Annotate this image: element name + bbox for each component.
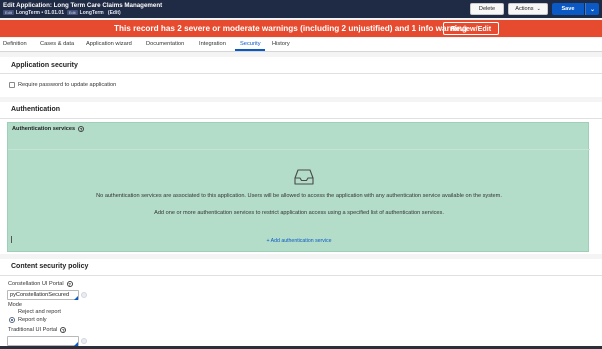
warning-message: This record has 2 severe or moderate war…: [114, 24, 468, 33]
application-security-heading: Application security: [11, 62, 78, 69]
app-version: LongTerm • 01.01.01: [15, 10, 64, 16]
traditional-portal-input[interactable]: [7, 336, 79, 346]
constellation-portal-label-text: Constellation UI Portal: [8, 281, 64, 287]
require-password-label: Require password to update application: [18, 82, 117, 88]
edit-chip: Edit: [3, 10, 14, 15]
section-divider: [0, 73, 602, 74]
section-divider: [0, 118, 602, 119]
tab-documentation[interactable]: Documentation: [146, 41, 184, 47]
field-action-icon[interactable]: [81, 292, 87, 298]
review-edit-button[interactable]: Review/Edit: [443, 22, 499, 35]
tab-cases-data[interactable]: Cases & data: [40, 41, 74, 47]
branch-name: LongTerm: [79, 10, 104, 16]
traditional-portal-label-text: Traditional UI Portal: [8, 327, 58, 333]
actions-button[interactable]: Actions ⌄: [508, 3, 548, 15]
delete-button[interactable]: Delete: [470, 3, 504, 15]
tab-security[interactable]: Security: [240, 41, 261, 47]
save-button[interactable]: Save: [552, 3, 584, 15]
page-title: Edit Application: Long Term Care Claims …: [3, 2, 163, 9]
tab-history[interactable]: History: [272, 41, 290, 47]
save-button-label: Save: [561, 6, 575, 12]
help-icon[interactable]: ?: [66, 281, 73, 287]
application-security-section: Application security Require password to…: [0, 57, 602, 97]
authentication-services-panel: Authentication services ? No authenticat…: [7, 122, 590, 252]
section-divider: [0, 275, 602, 276]
inbox-icon: [294, 169, 314, 185]
mode-option-report-only[interactable]: Report only: [18, 317, 47, 323]
help-icon[interactable]: ?: [78, 126, 85, 132]
mode-radio-report-only[interactable]: [9, 317, 15, 323]
panel-divider: [8, 149, 590, 150]
authentication-services-label: Authentication services: [12, 126, 76, 132]
mode-option-reject-and-report[interactable]: Reject and report: [18, 309, 61, 315]
content-security-section: Content security policy Constellation UI…: [0, 259, 602, 349]
authentication-services-heading: Authentication services ?: [12, 126, 85, 132]
tab-bar: Definition Cases & data Application wiza…: [0, 38, 602, 52]
require-password-checkbox[interactable]: [9, 82, 15, 88]
tab-application-wizard[interactable]: Application wizard: [86, 41, 132, 47]
mode-label: Mode: [8, 302, 22, 308]
chevron-down-icon: ⌄: [589, 6, 596, 13]
active-tab-indicator: [235, 49, 265, 51]
tab-integration[interactable]: Integration: [199, 41, 226, 47]
constellation-portal-input[interactable]: pyConstellationSecured: [7, 290, 79, 300]
empty-state-hint: Add one or more authentication services …: [154, 210, 444, 216]
authentication-heading: Authentication: [11, 106, 60, 113]
app-context: Edit LongTerm • 01.01.01 Edit LongTerm (Ed…: [3, 10, 121, 16]
autocomplete-indicator-icon: [74, 296, 78, 300]
delete-button-label: Delete: [478, 6, 496, 12]
chevron-down-icon: ⌄: [536, 6, 541, 12]
app-header: Edit Application: Long Term Care Claims …: [0, 0, 602, 18]
add-authentication-service-link[interactable]: + Add authentication service: [8, 238, 590, 244]
warning-banner: This record has 2 severe or moderate war…: [0, 20, 602, 37]
empty-state-message: No authentication services are associate…: [96, 193, 502, 199]
save-options-button[interactable]: ⌄: [585, 3, 599, 15]
constellation-portal-label: Constellation UI Portal ?: [8, 281, 73, 287]
help-icon[interactable]: ?: [60, 327, 67, 333]
edit-chip-branch: Edit: [66, 10, 78, 15]
content-security-heading: Content security policy: [11, 263, 89, 270]
tab-definition[interactable]: Definition: [3, 41, 27, 47]
edit-mode: (Edit): [107, 10, 121, 16]
actions-button-label: Actions: [515, 6, 534, 12]
field-action-icon[interactable]: [81, 338, 87, 344]
traditional-portal-label: Traditional UI Portal ?: [8, 327, 67, 333]
